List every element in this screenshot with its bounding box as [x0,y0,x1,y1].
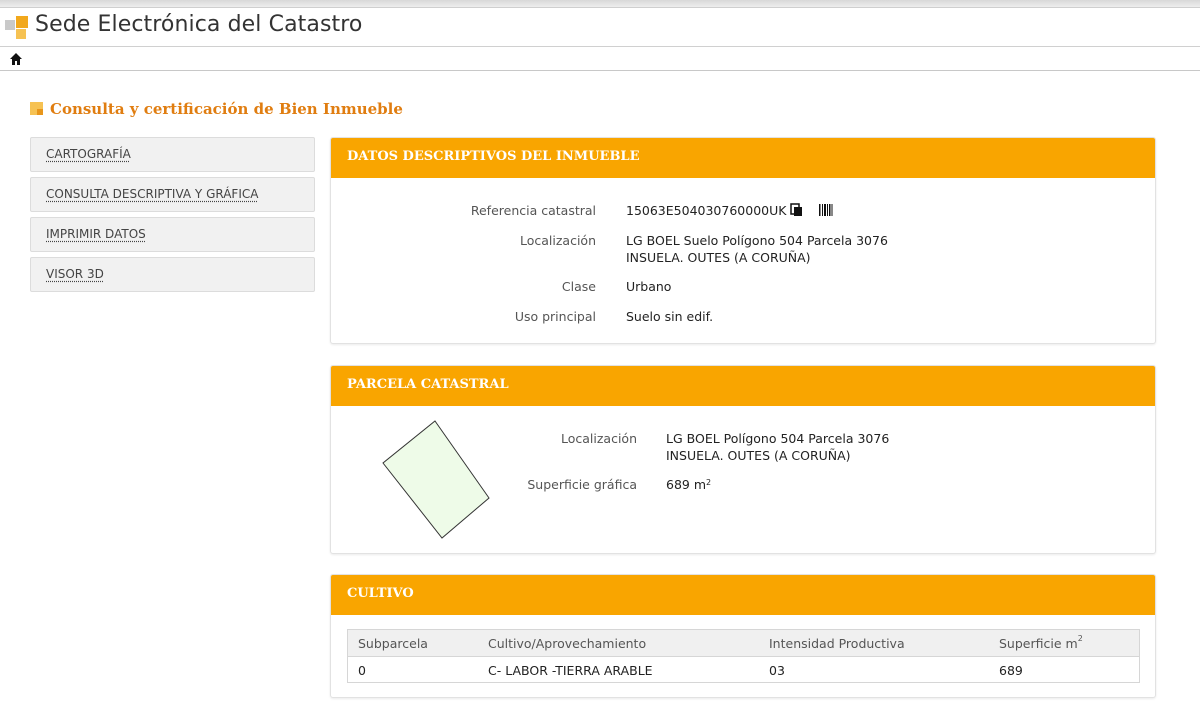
parcela-localizacion-value: LG BOEL Polígono 504 Parcela 3076 INSUEL… [666,430,889,464]
cultivo-heading: CULTIVO [331,575,1155,615]
parcela-catastral-panel: PARCELA CATASTRAL Localización LG BOEL P… [330,365,1156,554]
col-superficie: Superficie m2 [999,634,1083,651]
localizacion-line1: LG BOEL Suelo Polígono 504 Parcela 3076 [626,233,888,248]
cell-intensidad: 03 [769,663,785,678]
parcela-localizacion-line2: INSUELA. OUTES (A CORUÑA) [666,448,851,463]
referencia-value: 15063E504030760000UK [626,203,787,218]
catastro-logo [5,16,29,40]
col-intensidad: Intensidad Productiva [769,636,905,651]
copy-icon[interactable] [790,202,803,217]
menu-cartografia[interactable]: CARTOGRAFÍA [30,137,315,172]
datos-descriptivos-heading: DATOS DESCRIPTIVOS DEL INMUEBLE [331,138,1155,178]
cell-subparcela: 0 [358,663,366,678]
browser-top-strip [0,0,1200,8]
menu-imprimir-datos[interactable]: IMPRIMIR DATOS [30,217,315,252]
uso-principal-value: Suelo sin edif. [626,309,714,324]
localizacion-label: Localización [519,233,596,248]
localizacion-value: LG BOEL Suelo Polígono 504 Parcela 3076 … [626,232,888,266]
title-square-icon [30,102,43,115]
side-menu: CARTOGRAFÍA CONSULTA DESCRIPTIVA Y GRÁFI… [30,137,315,297]
cultivo-panel: CULTIVO Subparcela Cultivo/Aprovechamien… [330,574,1156,698]
navigation-bar [0,46,1200,71]
col-cultivo: Cultivo/Aprovechamiento [488,636,647,651]
clase-value: Urbano [626,279,672,294]
superficie-grafica-value: 689 m2 [666,476,711,493]
parcela-catastral-heading: PARCELA CATASTRAL [331,366,1155,406]
referencia-label: Referencia catastral [470,203,596,218]
parcela-localizacion-line1: LG BOEL Polígono 504 Parcela 3076 [666,431,890,446]
parcel-shape[interactable] [379,416,494,542]
superficie-grafica-number: 689 m [666,477,707,492]
clase-label: Clase [561,279,596,294]
cell-superficie: 689 [999,663,1023,678]
page-title-text: Consulta y certificación de Bien Inmuebl… [50,100,403,118]
superficie-grafica-label: Superficie gráfica [527,477,637,492]
col-superficie-sup: 2 [1077,634,1083,643]
cultivo-table: Subparcela Cultivo/Aprovechamiento Inten… [347,629,1140,683]
home-icon[interactable] [9,52,23,66]
site-header: Sede Electrónica del Catastro [0,8,1200,46]
localizacion-line2: INSUELA. OUTES (A CORUÑA) [626,250,811,265]
barcode-icon[interactable] [819,203,833,217]
col-subparcela: Subparcela [358,636,428,651]
datos-descriptivos-panel: DATOS DESCRIPTIVOS DEL INMUEBLE Referenc… [330,137,1156,344]
superficie-grafica-sup: 2 [706,478,712,487]
parcela-localizacion-label: Localización [560,431,637,446]
menu-visor-3d[interactable]: VISOR 3D [30,257,315,292]
table-header-row: Subparcela Cultivo/Aprovechamiento Inten… [348,630,1139,657]
referencia-row: 15063E504030760000UK [626,202,833,221]
cell-cultivo: C- LABOR -TIERRA ARABLE [488,663,653,678]
table-row: 0 C- LABOR -TIERRA ARABLE 03 689 [348,657,1139,682]
site-title: Sede Electrónica del Catastro [35,12,363,37]
col-superficie-text: Superficie m [999,636,1078,651]
menu-consulta-descriptiva-grafica[interactable]: CONSULTA DESCRIPTIVA Y GRÁFICA [30,177,315,212]
uso-principal-label: Uso principal [514,309,596,324]
